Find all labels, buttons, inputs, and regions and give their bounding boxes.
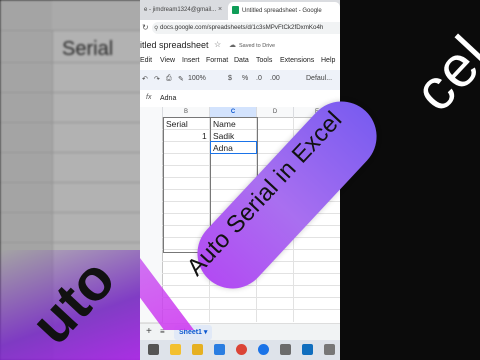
font-select[interactable]: Defaul... [306, 75, 332, 82]
add-sheet-button[interactable]: + [146, 326, 152, 337]
zoom-select[interactable]: 100% [188, 75, 206, 82]
menu-tools[interactable]: Tools [256, 57, 272, 64]
formula-bar: fx Adna [140, 91, 340, 108]
refresh-icon[interactable]: ↻ [142, 23, 149, 32]
redo-icon[interactable]: ↷ [154, 75, 160, 83]
browser-tab-strip: e - jimdream1324@gmail... × Untitled spr… [140, 0, 340, 20]
percent-button[interactable]: % [242, 75, 248, 82]
chrome-icon[interactable] [236, 344, 247, 355]
folder-icon[interactable] [192, 344, 203, 355]
store-icon[interactable] [324, 344, 335, 355]
menu-insert[interactable]: Insert [182, 57, 200, 64]
menu-bar: Edit View Insert Format Data Tools Exten… [140, 55, 340, 69]
browser-tab-title: Untitled spreadsheet - Google [242, 8, 322, 14]
sheets-icon [232, 6, 239, 15]
cell-name-1[interactable]: Sadik [213, 131, 234, 141]
terminal-icon[interactable] [302, 344, 313, 355]
star-icon[interactable]: ☆ [214, 40, 221, 49]
site-info-icon[interactable]: ⚲ [154, 23, 158, 34]
decrease-decimal-button[interactable]: .0 [256, 75, 262, 82]
close-tab-icon[interactable]: × [218, 6, 222, 13]
url-text: docs.google.com/spreadsheets/d/1c3sMPvFt… [160, 24, 324, 31]
print-icon[interactable]: ⎙ [166, 75, 172, 83]
cloud-icon: ☁ [229, 42, 236, 49]
menu-edit[interactable]: Edit [140, 57, 152, 64]
toolbar: ↶ ↷ ⎙ ✎ 100% $ % .0 .00 Defaul... [140, 70, 340, 90]
paint-format-icon[interactable]: ✎ [178, 75, 184, 83]
settings-icon[interactable] [258, 344, 269, 355]
fx-icon: fx [146, 94, 152, 101]
edge-icon[interactable] [214, 344, 225, 355]
search-icon[interactable] [148, 344, 159, 355]
saved-status: Saved to Drive [239, 43, 276, 49]
menu-help[interactable]: Help [321, 57, 335, 64]
cell-serial-1[interactable]: 1 [202, 131, 207, 141]
column-header-d[interactable]: D [257, 107, 294, 118]
address-bar: ↻ ⚲ docs.google.com/spreadsheets/d/1c3sM… [140, 20, 340, 36]
menu-extensions[interactable]: Extensions [280, 57, 314, 64]
chevron-down-icon: ▾ [203, 329, 208, 336]
menu-format[interactable]: Format [206, 57, 228, 64]
menu-view[interactable]: View [160, 57, 175, 64]
menu-data[interactable]: Data [234, 57, 249, 64]
increase-decimal-button[interactable]: .00 [270, 75, 280, 82]
taskbar [140, 340, 340, 360]
cell-serial-header[interactable]: Serial [166, 119, 188, 129]
browser-tab-mail[interactable]: e - jimdream1324@gmail... [140, 0, 230, 20]
doc-title-bar: itled spreadsheet ☆ ☁ Saved to Drive [140, 38, 340, 54]
selected-cell [210, 141, 257, 154]
browser-tab-spreadsheet[interactable]: Untitled spreadsheet - Google [228, 2, 340, 20]
file-explorer-icon[interactable] [170, 344, 181, 355]
currency-button[interactable]: $ [228, 75, 232, 82]
doc-title[interactable]: itled spreadsheet [140, 40, 209, 50]
formula-input[interactable]: Adna [160, 95, 176, 102]
app-icon[interactable] [280, 344, 291, 355]
url-input[interactable]: ⚲ docs.google.com/spreadsheets/d/1c3sMPv… [152, 22, 340, 34]
cell-name-header[interactable]: Name [213, 119, 236, 129]
undo-icon[interactable]: ↶ [142, 75, 148, 83]
